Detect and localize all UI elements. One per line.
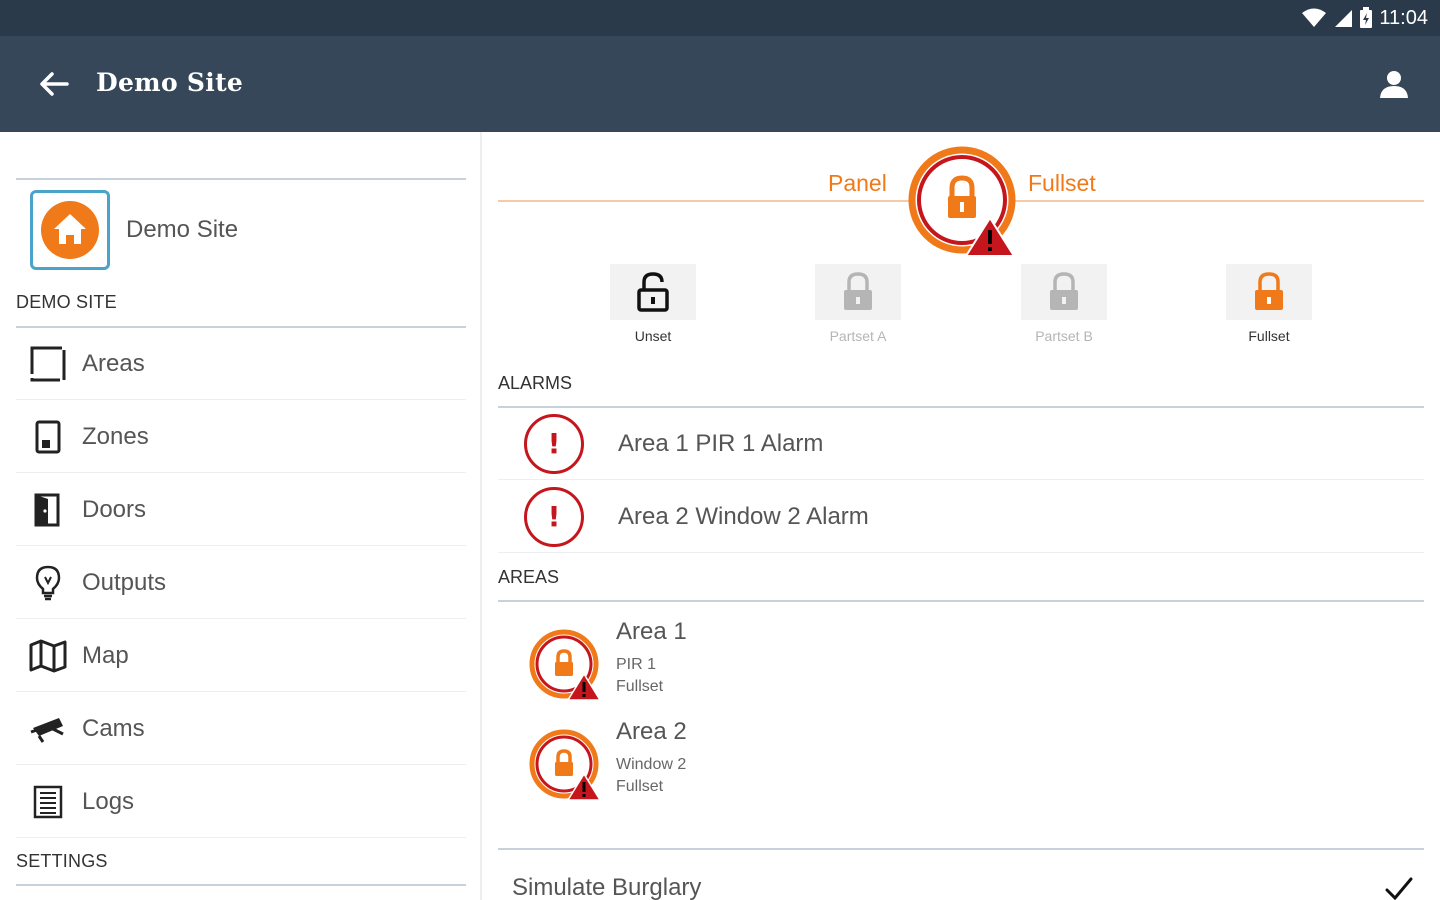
checkmark-icon <box>1385 877 1413 900</box>
panel-state-label: Fullset <box>1028 170 1096 196</box>
fullset-button[interactable] <box>1226 264 1312 320</box>
alarm-label: Area 1 PIR 1 Alarm <box>618 429 824 457</box>
status-icons: 11:04 <box>1301 6 1428 30</box>
partset-b-button[interactable] <box>1021 264 1107 320</box>
areas-icon <box>30 346 66 381</box>
partset-b-label: Partset B <box>1035 328 1093 344</box>
status-bar: 11:04 <box>0 0 1440 36</box>
battery-icon <box>1360 7 1373 28</box>
zones-icon <box>35 420 61 453</box>
doors-icon <box>34 493 60 526</box>
sidebar-item-label: Doors <box>82 495 147 523</box>
divider <box>16 178 466 180</box>
alert-icon: ! <box>524 413 584 474</box>
panel-label: Panel <box>828 170 887 196</box>
sidebar-item-zones[interactable]: Zones <box>16 401 466 473</box>
area-state: Fullset <box>616 778 664 795</box>
simulate-burglary-label: Simulate Burglary <box>512 874 702 900</box>
fullset-label: Fullset <box>1248 328 1290 344</box>
area-item[interactable]: Area 1 PIR 1 Fullset <box>498 614 1424 710</box>
arrow-left-icon <box>40 72 69 96</box>
unset-label: Unset <box>634 328 672 344</box>
area-status-icon <box>529 729 602 801</box>
sidebar-item-label: Areas <box>82 349 145 377</box>
divider <box>498 600 1424 602</box>
logs-icon <box>33 785 63 818</box>
account-button[interactable] <box>1376 66 1412 102</box>
partset-a-button[interactable] <box>815 264 901 320</box>
section-header-areas: AREAS <box>498 567 560 587</box>
sidebar-item-map[interactable]: Map <box>16 620 466 692</box>
site-name: Demo Site <box>126 216 239 243</box>
unset-button[interactable] <box>610 264 696 320</box>
lightbulb-icon <box>35 565 61 600</box>
sidebar-item-label: Outputs <box>82 568 167 596</box>
sidebar-item-label: Logs <box>82 787 135 815</box>
map-icon <box>29 639 67 672</box>
alert-icon: ! <box>524 486 584 547</box>
simulate-burglary-row[interactable]: Simulate Burglary <box>498 848 1424 900</box>
divider <box>16 884 466 886</box>
section-header-demo-site: DEMO SITE <box>16 292 117 312</box>
unlocked-icon <box>637 272 669 312</box>
signal-icon <box>1335 10 1353 27</box>
site-card[interactable]: Demo Site <box>16 188 466 272</box>
partset-a-label: Partset A <box>829 328 887 344</box>
area-name: Area 2 <box>616 718 687 745</box>
main-content: Panel Fullset Unset Partset A Partset B … <box>482 132 1440 900</box>
back-button[interactable] <box>34 66 74 102</box>
lock-icon <box>1050 272 1078 310</box>
alarm-item[interactable]: ! Area 1 PIR 1 Alarm <box>498 408 1424 480</box>
area-item[interactable]: Area 2 Window 2 Fullset <box>498 714 1424 810</box>
area-status-icon <box>529 629 602 701</box>
camera-icon <box>30 717 64 743</box>
area-state: Fullset <box>616 678 664 695</box>
home-icon <box>41 201 99 259</box>
app-bar: Demo Site <box>0 36 1440 132</box>
area-name: Area 1 <box>616 618 687 645</box>
alarm-item[interactable]: ! Area 2 Window 2 Alarm <box>498 481 1424 553</box>
navigation-drawer: Demo Site DEMO SITE Areas Zones Doors Ou… <box>0 132 482 900</box>
sidebar-item-label: Map <box>82 641 129 669</box>
sidebar-item-doors[interactable]: Doors <box>16 474 466 546</box>
sidebar-item-logs[interactable]: Logs <box>16 766 466 838</box>
site-icon-box <box>30 190 110 270</box>
panel-status-icon <box>908 146 1016 257</box>
area-zone: Window 2 <box>616 756 687 773</box>
alarm-label: Area 2 Window 2 Alarm <box>618 502 869 530</box>
area-zone: PIR 1 <box>616 656 657 673</box>
sidebar-item-label: Cams <box>82 714 145 742</box>
section-header-settings: SETTINGS <box>16 851 108 871</box>
sidebar-item-areas[interactable]: Areas <box>16 328 466 400</box>
sidebar-item-cams[interactable]: Cams <box>16 693 466 765</box>
lock-icon <box>844 272 872 310</box>
sidebar-item-label: Zones <box>82 422 149 450</box>
person-icon <box>1380 71 1408 98</box>
status-time: 11:04 <box>1379 6 1428 29</box>
section-header-alarms: ALARMS <box>498 373 573 393</box>
wifi-icon <box>1302 8 1327 27</box>
lock-icon <box>1255 272 1283 310</box>
page-title: Demo Site <box>96 68 244 97</box>
sidebar-item-outputs[interactable]: Outputs <box>16 547 466 619</box>
